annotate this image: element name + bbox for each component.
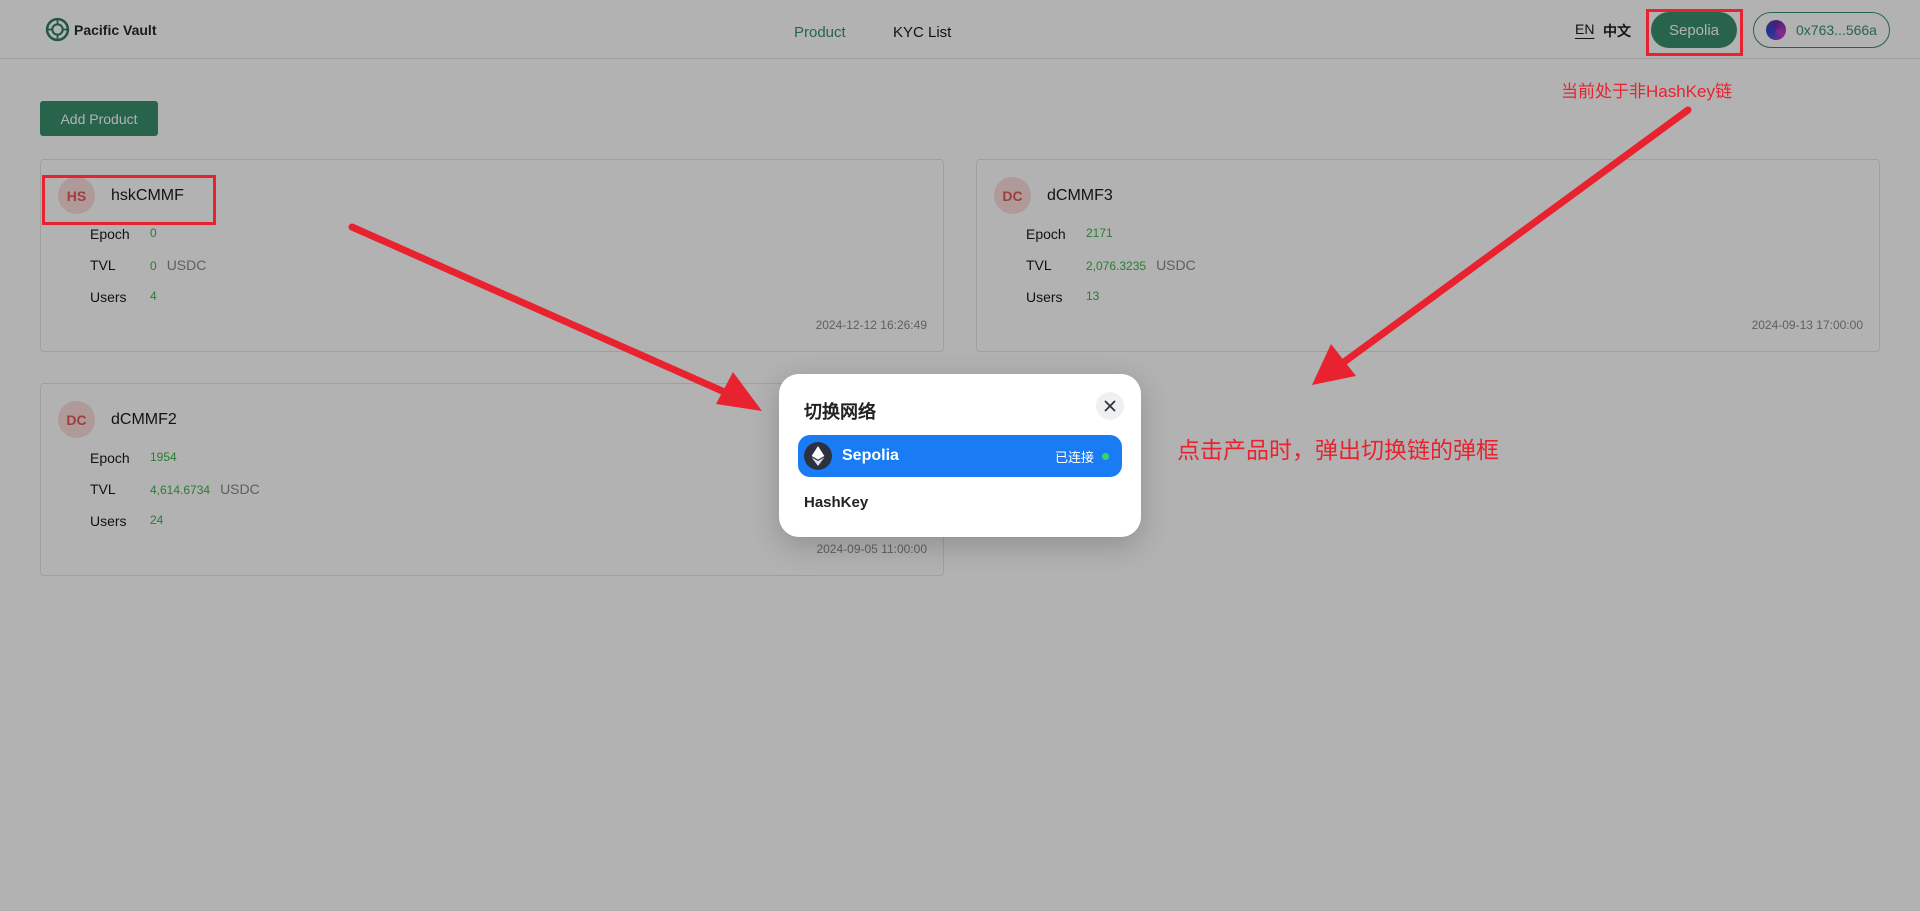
close-button[interactable] [1096, 392, 1124, 420]
connected-dot-icon [1102, 452, 1109, 460]
highlight-product-card [42, 175, 216, 225]
annotation-modal-note: 点击产品时，弹出切换链的弹框 [1177, 437, 1499, 463]
ethereum-icon [804, 442, 832, 470]
switch-network-modal: 切换网络 Sepolia 已连接 HashKey [779, 374, 1141, 537]
connected-status: 已连接 [1054, 449, 1094, 465]
annotation-network-note: 当前处于非HashKey链 [1561, 82, 1732, 101]
close-icon [1104, 400, 1116, 412]
network-option-hashkey[interactable]: HashKey [798, 481, 1122, 523]
network-name: Sepolia [842, 447, 899, 464]
highlight-network-button [1646, 9, 1743, 56]
network-name: HashKey [804, 493, 869, 511]
network-option-sepolia[interactable]: Sepolia 已连接 [798, 435, 1122, 477]
modal-title: 切换网络 [804, 402, 876, 422]
